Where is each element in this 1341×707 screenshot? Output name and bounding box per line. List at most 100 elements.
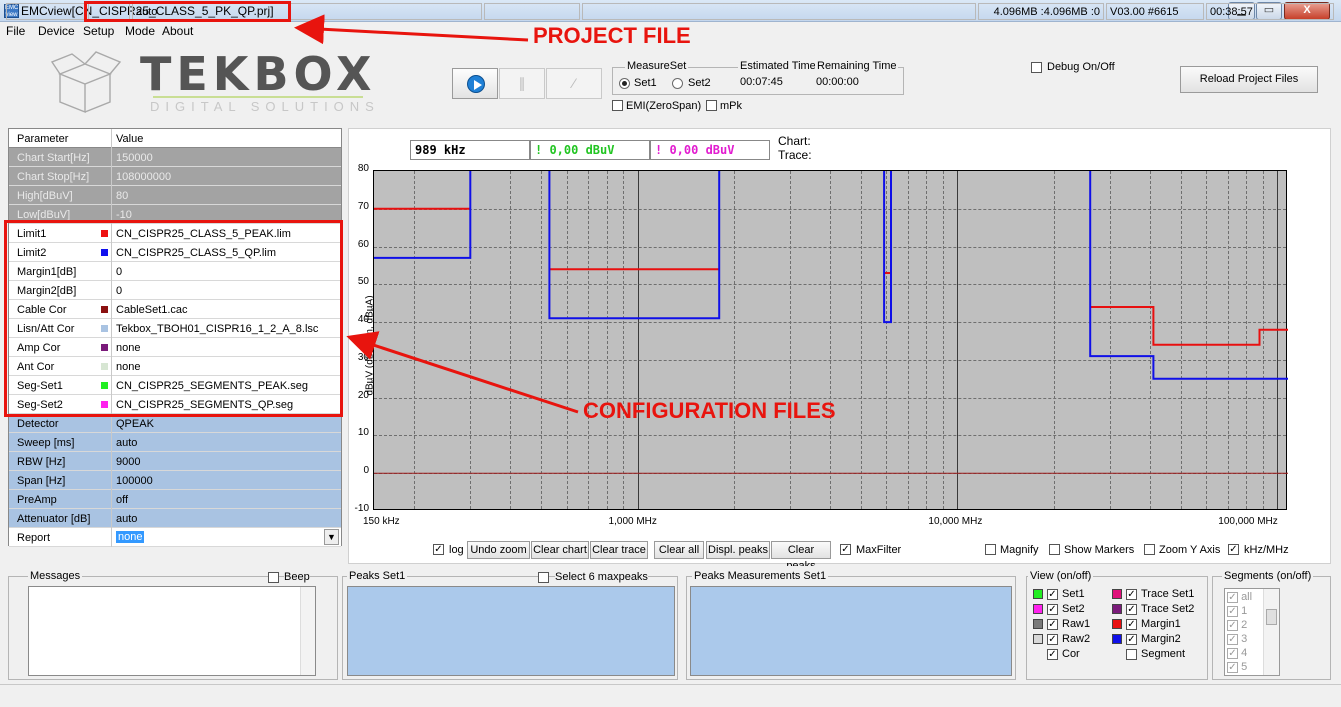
view-checkbox[interactable]: ✓ bbox=[1047, 634, 1058, 645]
clear-peaks-button[interactable]: Clear peaks bbox=[771, 541, 831, 572]
menu-about[interactable]: About bbox=[162, 24, 193, 38]
parameter-value[interactable]: 80 bbox=[116, 190, 128, 202]
segment-toggle[interactable]: ✓ all bbox=[1227, 591, 1252, 603]
pause-button[interactable]: ∥ bbox=[499, 68, 545, 99]
view-checkbox[interactable]: ✓ bbox=[1047, 604, 1058, 615]
khz-mhz-checkbox[interactable]: ✓ bbox=[1228, 544, 1239, 555]
parameter-name: RBW [Hz] bbox=[17, 456, 66, 468]
parameter-name: Chart Stop[Hz] bbox=[17, 171, 90, 183]
parameter-value[interactable]: 150000 bbox=[116, 152, 153, 164]
segment-checkbox[interactable]: ✓ bbox=[1227, 606, 1238, 617]
view-label: Segment bbox=[1141, 648, 1186, 660]
start-button[interactable] bbox=[452, 68, 498, 99]
play-icon bbox=[467, 75, 485, 93]
parameter-value[interactable]: auto bbox=[116, 437, 137, 449]
view-checkbox[interactable]: ✓ bbox=[1126, 634, 1137, 645]
parameter-name: Report bbox=[17, 532, 51, 544]
frequency-readout[interactable]: 989 kHz bbox=[410, 140, 530, 160]
menu-mode[interactable]: Mode bbox=[125, 24, 155, 38]
clear-trace-button[interactable]: Clear trace bbox=[590, 541, 648, 559]
parameter-value[interactable]: 9000 bbox=[116, 456, 140, 468]
parameter-value[interactable]: off bbox=[116, 494, 128, 506]
segment-toggle[interactable]: ✓ 1 bbox=[1227, 605, 1247, 617]
segments-label: Segments (on/off) bbox=[1222, 570, 1314, 582]
set2-radio[interactable] bbox=[672, 78, 683, 89]
messages-textarea[interactable] bbox=[28, 586, 316, 676]
view-checkbox[interactable]: ✓ bbox=[1047, 589, 1058, 600]
messages-scrollbar[interactable] bbox=[300, 587, 315, 675]
show-markers-checkbox[interactable] bbox=[1049, 544, 1060, 555]
segment-toggle[interactable]: ✓ 2 bbox=[1227, 619, 1247, 631]
segment-toggle[interactable]: ✓ 4 bbox=[1227, 647, 1247, 659]
segment-checkbox[interactable]: ✓ bbox=[1227, 648, 1238, 659]
view-checkbox[interactable]: ✓ bbox=[1047, 619, 1058, 630]
set1-radio[interactable] bbox=[619, 78, 630, 89]
parameter-row[interactable]: Attenuator [dB] auto bbox=[9, 509, 341, 528]
parameter-row[interactable]: RBW [Hz] 9000 bbox=[9, 452, 341, 471]
menu-file[interactable]: File bbox=[6, 24, 25, 38]
parameter-header-value: Value bbox=[116, 133, 144, 145]
clear-all-button[interactable]: Clear all bbox=[654, 541, 704, 559]
emi-zerospan-label: EMI(ZeroSpan) bbox=[626, 100, 702, 112]
parameter-divider bbox=[111, 452, 112, 471]
segments-list[interactable]: ✓ all ✓ 1 ✓ 2 ✓ 3 ✓ 4 ✓ 5 bbox=[1224, 588, 1280, 676]
segment-checkbox[interactable]: ✓ bbox=[1227, 634, 1238, 645]
parameter-value[interactable]: 100000 bbox=[116, 475, 153, 487]
parameter-row[interactable]: Span [Hz] 100000 bbox=[9, 471, 341, 490]
segments-scrollbar[interactable] bbox=[1263, 589, 1279, 675]
segment-checkbox[interactable]: ✓ bbox=[1227, 620, 1238, 631]
status-memory: 4.096MB :4.096MB :0 bbox=[978, 3, 1104, 20]
log-checkbox[interactable]: ✓ bbox=[433, 544, 444, 555]
display-peaks-button[interactable]: Displ. peaks bbox=[706, 541, 770, 559]
parameter-row[interactable]: Chart Stop[Hz] 108000000 bbox=[9, 167, 341, 186]
magnify-checkbox[interactable] bbox=[985, 544, 996, 555]
peaks-set1-list[interactable] bbox=[347, 586, 675, 676]
config-files-highlight bbox=[4, 220, 343, 417]
view-checkbox[interactable]: ✓ bbox=[1126, 589, 1137, 600]
select-maxpeaks-checkbox[interactable] bbox=[538, 572, 549, 583]
peaks-measurements-list[interactable] bbox=[690, 586, 1012, 676]
mpk-checkbox[interactable] bbox=[706, 100, 717, 111]
reload-project-files-button[interactable]: Reload Project Files bbox=[1180, 66, 1318, 93]
segments-scroll-thumb[interactable] bbox=[1266, 609, 1277, 625]
y-tick-label: 40 bbox=[357, 314, 369, 326]
report-select-value[interactable]: none bbox=[116, 531, 145, 543]
stop-button[interactable]: ⁄ bbox=[546, 68, 602, 99]
parameter-row[interactable]: PreAmp off bbox=[9, 490, 341, 509]
undo-zoom-button[interactable]: Undo zoom bbox=[467, 541, 530, 559]
log-label: log bbox=[449, 544, 464, 556]
maxfilter-checkbox[interactable]: ✓ bbox=[840, 544, 851, 555]
zoom-y-checkbox[interactable] bbox=[1144, 544, 1155, 555]
emi-zerospan-checkbox[interactable] bbox=[612, 100, 623, 111]
menu-setup[interactable]: Setup bbox=[83, 24, 114, 38]
parameter-value[interactable]: auto bbox=[116, 513, 137, 525]
magnify-label: Magnify bbox=[1000, 544, 1039, 556]
view-checkbox[interactable] bbox=[1126, 649, 1137, 660]
parameter-value[interactable]: QPEAK bbox=[116, 418, 154, 430]
value-readout-set2[interactable]: ! 0,00 dBuV bbox=[650, 140, 770, 160]
parameter-row[interactable]: Sweep [ms] auto bbox=[9, 433, 341, 452]
emc-plot[interactable] bbox=[373, 170, 1288, 510]
segment-toggle[interactable]: ✓ 5 bbox=[1227, 661, 1247, 673]
parameter-row[interactable]: High[dBuV] 80 bbox=[9, 186, 341, 205]
segment-toggle[interactable]: ✓ 3 bbox=[1227, 633, 1247, 645]
parameter-value[interactable]: 108000000 bbox=[116, 171, 171, 183]
clear-chart-button[interactable]: Clear chart bbox=[531, 541, 589, 559]
debug-label: Debug On/Off bbox=[1047, 61, 1115, 73]
parameter-name: Sweep [ms] bbox=[17, 437, 75, 449]
parameter-row[interactable]: Report none ▼ bbox=[9, 528, 341, 547]
parameter-row[interactable]: Chart Start[Hz] 150000 bbox=[9, 148, 341, 167]
menu-device[interactable]: Device bbox=[38, 24, 75, 38]
view-checkbox[interactable]: ✓ bbox=[1126, 619, 1137, 630]
view-label: Raw1 bbox=[1062, 618, 1091, 630]
beep-checkbox[interactable] bbox=[268, 572, 279, 583]
parameter-divider bbox=[111, 490, 112, 509]
view-checkbox[interactable]: ✓ bbox=[1126, 604, 1137, 615]
chevron-down-icon[interactable]: ▼ bbox=[324, 529, 339, 545]
value-readout-set1[interactable]: ! 0,00 dBuV bbox=[530, 140, 650, 160]
view-checkbox[interactable]: ✓ bbox=[1047, 649, 1058, 660]
segment-checkbox[interactable]: ✓ bbox=[1227, 662, 1238, 673]
segment-checkbox[interactable]: ✓ bbox=[1227, 592, 1238, 603]
view-color-swatch bbox=[1112, 604, 1122, 614]
debug-checkbox[interactable] bbox=[1031, 62, 1042, 73]
